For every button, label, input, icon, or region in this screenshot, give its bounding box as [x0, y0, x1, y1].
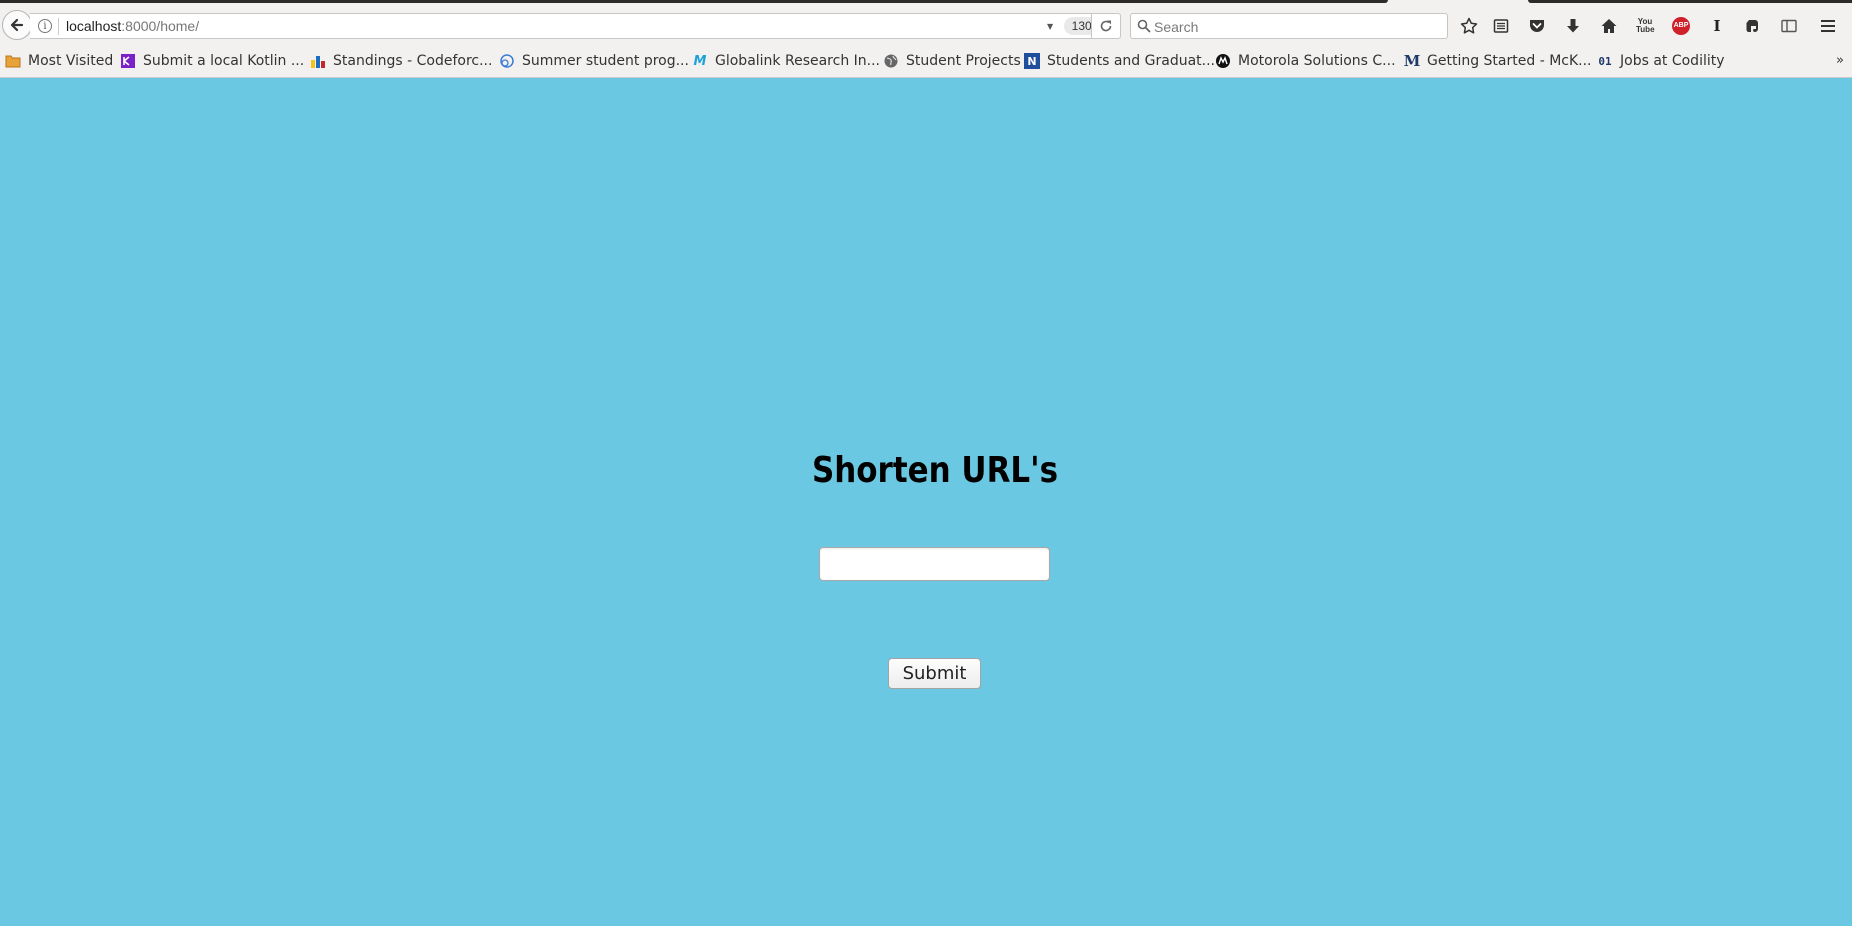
search-bar[interactable]: Search [1130, 13, 1448, 39]
pocket-icon[interactable] [1526, 15, 1548, 37]
adblock-label: ABP [1672, 17, 1690, 35]
youtube-icon[interactable]: You Tube [1634, 15, 1656, 37]
home-icon[interactable] [1598, 15, 1620, 37]
motorola-icon [1215, 53, 1231, 69]
bookmark-most-visited[interactable]: Most Visited [5, 52, 113, 70]
bookmark-label: Globalink Research In... [715, 53, 880, 69]
kotlin-icon [120, 53, 136, 69]
url-input[interactable] [819, 547, 1050, 581]
reading-list-icon[interactable] [1490, 15, 1512, 37]
bookmark-label: Student Projects [906, 53, 1021, 69]
bookmark-student-projects[interactable]: Student Projects [883, 52, 1021, 70]
adblock-icon[interactable]: ABP [1670, 15, 1692, 37]
back-button[interactable] [2, 10, 32, 40]
search-placeholder: Search [1154, 19, 1199, 35]
bookmark-students-graduates[interactable]: N Students and Graduat... [1024, 52, 1215, 70]
bookmark-label: Submit a local Kotlin ... [143, 53, 305, 69]
codility-icon: 01 [1598, 54, 1612, 68]
reload-button[interactable] [1091, 13, 1121, 39]
n-logo-icon: N [1024, 53, 1040, 69]
bookmarks-toolbar: Most Visited Submit a local Kotlin ... S… [0, 45, 1852, 78]
bookmark-summer-student[interactable]: Summer student prog... [499, 52, 689, 70]
mitacs-icon: M [693, 53, 707, 69]
bookmark-mckinsey[interactable]: M Getting Started - McK... [1404, 52, 1592, 70]
mckinsey-icon: M [1403, 52, 1421, 70]
sidebar-icon[interactable] [1778, 15, 1800, 37]
url-path: :8000/home/ [121, 18, 200, 34]
bookmark-label: Getting Started - McK... [1427, 53, 1592, 69]
codeforces-icon [310, 53, 326, 69]
bookmark-label: Students and Graduat... [1047, 53, 1216, 69]
address-bar[interactable]: i localhost:8000/home/ ▼ 130% [30, 13, 1110, 39]
page-title: Shorten URL's [811, 450, 1059, 491]
bookmark-label: Jobs at Codility [1620, 53, 1725, 69]
page-content: Shorten URL's Submit [0, 78, 1852, 926]
bookmark-kotlin[interactable]: Submit a local Kotlin ... [120, 52, 304, 70]
cern-icon [499, 53, 515, 69]
bookmark-motorola[interactable]: Motorola Solutions C... [1215, 52, 1396, 70]
i-icon[interactable]: I [1706, 15, 1728, 37]
bookmark-codeforces[interactable]: Standings - Codeforc... [310, 52, 492, 70]
tab-strip-active [0, 0, 1388, 3]
url-host: localhost [66, 18, 122, 34]
bookmark-codility[interactable]: 01 Jobs at Codility [1597, 52, 1725, 70]
reload-icon [1100, 20, 1112, 32]
bookmark-label: Motorola Solutions C... [1238, 53, 1396, 69]
bookmark-label: Summer student prog... [522, 53, 689, 69]
star-icon[interactable] [1458, 15, 1480, 37]
search-icon [1137, 19, 1151, 33]
bookmark-label: Standings - Codeforc... [333, 53, 493, 69]
download-icon[interactable] [1562, 15, 1584, 37]
navigation-toolbar: i localhost:8000/home/ ▼ 130% Search You… [0, 4, 1852, 45]
hamburger-menu-icon[interactable] [1817, 15, 1839, 37]
youtube-label: You Tube [1636, 17, 1655, 34]
globe-icon [883, 53, 899, 69]
site-info-icon[interactable]: i [38, 19, 52, 33]
evernote-icon[interactable] [1742, 15, 1764, 37]
tab-strip-right [1528, 0, 1852, 3]
url-text[interactable]: localhost:8000/home/ [66, 18, 199, 34]
i-label: I [1713, 17, 1721, 35]
bookmarks-overflow-chevron-icon[interactable]: » [1836, 53, 1844, 68]
back-arrow-icon [10, 18, 24, 32]
url-separator [58, 18, 59, 35]
bookmark-label: Most Visited [28, 53, 114, 69]
url-history-dropdown-icon[interactable]: ▼ [1047, 23, 1057, 33]
bookmark-globalink[interactable]: M Globalink Research In... [692, 52, 880, 70]
folder-icon [5, 53, 21, 69]
submit-button[interactable]: Submit [888, 658, 981, 689]
